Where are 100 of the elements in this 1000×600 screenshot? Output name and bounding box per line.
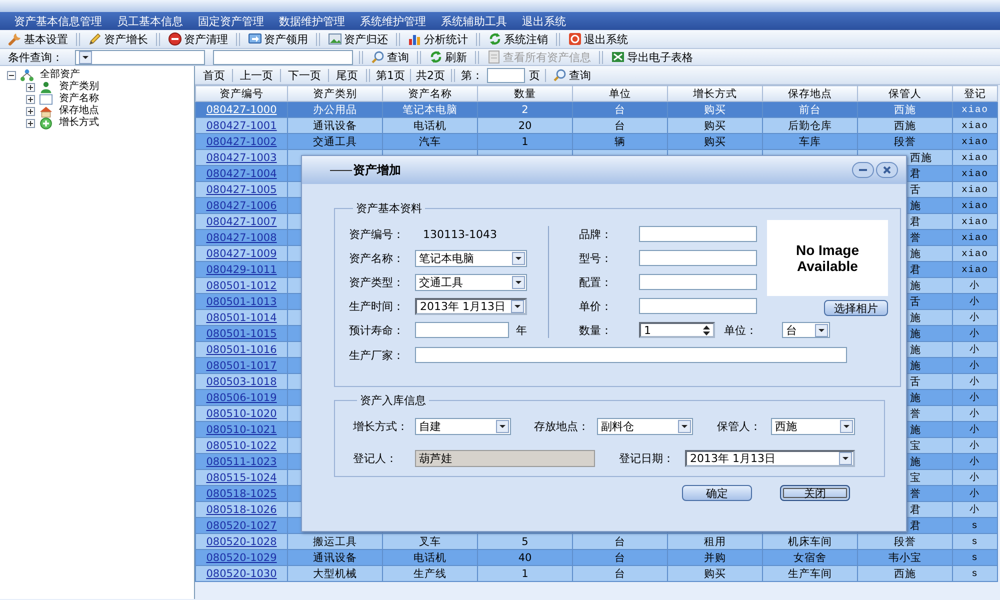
minus-box-icon[interactable] xyxy=(7,70,16,80)
column-header[interactable]: 资产类别 xyxy=(288,86,382,102)
monitor-icon xyxy=(248,32,262,46)
combo-box[interactable]: 副料仓 xyxy=(597,418,693,434)
goto-label: 第： xyxy=(461,68,483,82)
minimize-button[interactable] xyxy=(852,162,874,178)
table-row[interactable]: 080520-1028 搬运工具 叉车 5 台 租用 机床车间 段誉 s xyxy=(196,534,998,550)
toolbar-button[interactable]: 基本设置 xyxy=(6,31,70,47)
field-label: 登记人： xyxy=(353,450,398,466)
table-row[interactable]: 080427-1002 交通工具 汽车 1 辆 购买 车库 段誉 xiao xyxy=(196,134,998,150)
search-field[interactable] xyxy=(213,50,353,64)
window-icon xyxy=(38,92,54,106)
column-header[interactable]: 登记 xyxy=(952,86,998,102)
plus-box-icon[interactable] xyxy=(26,106,35,116)
dialog-button[interactable]: 关闭 xyxy=(780,485,850,501)
menu-item[interactable]: 数据维护管理 xyxy=(279,14,345,28)
pager-button[interactable]: 上一页 xyxy=(238,67,275,83)
tree-item[interactable]: 资产名称 xyxy=(59,93,99,105)
toolbar-button[interactable]: 退出系统 xyxy=(566,31,630,47)
pager-button[interactable]: 首页 xyxy=(201,67,227,83)
no-image-text: No Image Available xyxy=(794,242,860,274)
column-header[interactable]: 增长方式 xyxy=(668,86,762,102)
pager-button[interactable]: 下一页 xyxy=(286,67,323,83)
close-button[interactable] xyxy=(876,162,898,178)
toolbar-button[interactable]: 资产归还 xyxy=(326,31,390,47)
combo-box[interactable]: 台 xyxy=(782,322,830,338)
input-field[interactable] xyxy=(639,274,757,290)
combo-box[interactable]: 自建 xyxy=(415,418,511,434)
page-field[interactable] xyxy=(487,68,525,82)
dialog-button[interactable]: 确定 xyxy=(682,485,752,501)
spin-box[interactable]: 1 xyxy=(639,322,715,338)
menu-item[interactable]: 系统维护管理 xyxy=(360,14,426,28)
field-label: 型号： xyxy=(579,250,613,266)
tree-item[interactable]: 资产类别 xyxy=(59,81,99,93)
toolbar-button[interactable]: 分析统计 xyxy=(406,31,470,47)
spin-arrows-icon xyxy=(701,324,712,336)
column-header[interactable]: 数量 xyxy=(478,86,572,102)
field-label: 登记日期： xyxy=(619,450,675,466)
input-field[interactable] xyxy=(415,347,847,363)
combo-box[interactable]: 西施 xyxy=(771,418,855,434)
caret-icon xyxy=(840,420,853,432)
plus-box-icon[interactable] xyxy=(26,82,35,92)
table-row[interactable]: 080520-1030 大型机械 生产线 1 台 购买 生产车间 西施 s xyxy=(196,566,998,582)
input-field[interactable] xyxy=(639,298,757,314)
field-label: 生产厂家： xyxy=(349,348,405,362)
table-cell: 西施 xyxy=(858,566,952,582)
plus-box-icon[interactable] xyxy=(26,118,35,128)
menu-item[interactable]: 系统辅助工具 xyxy=(441,14,507,28)
menu-item[interactable]: 退出系统 xyxy=(522,14,566,28)
date-picker[interactable]: 2013年 1月13日 xyxy=(415,298,527,314)
pencil-icon xyxy=(88,32,102,46)
column-header[interactable]: 单位 xyxy=(572,86,668,102)
table-cell: 生产车间 xyxy=(762,566,858,582)
table-row[interactable]: 080520-1029 通讯设备 电话机 40 台 并购 女宿舍 韦小宝 s xyxy=(196,550,998,566)
unit-label: 年 xyxy=(516,322,527,338)
combo-box[interactable]: 笔记本电脑 xyxy=(415,250,527,266)
input-field[interactable] xyxy=(639,250,757,266)
query-button[interactable]: 查询 xyxy=(551,67,593,83)
toolbar-button[interactable]: 资产增长 xyxy=(86,31,150,47)
toolbar-button[interactable]: 刷新 xyxy=(427,49,469,65)
column-header[interactable]: 资产编号 xyxy=(196,86,288,102)
column-header[interactable]: 保管人 xyxy=(858,86,952,102)
table-cell: 购买 xyxy=(668,566,762,582)
table-row[interactable]: 080427-1001 通讯设备 电话机 20 台 购买 后勤仓库 西施 xiao xyxy=(196,118,998,134)
column-header[interactable]: 保存地点 xyxy=(762,86,858,102)
toolbar-button[interactable]: 系统注销 xyxy=(486,31,550,47)
table-row[interactable]: 080427-1000 办公用品 笔记本电脑 2 台 购买 前台 西施 xiao xyxy=(196,102,998,118)
menu-item[interactable]: 员工基本信息 xyxy=(117,14,183,28)
tree-item[interactable]: 保存地点 xyxy=(59,105,99,117)
table-cell: 1 xyxy=(478,566,572,582)
toolbar-button[interactable]: 资产领用 xyxy=(246,31,310,47)
table-cell: 台 xyxy=(572,566,668,582)
tree-item[interactable]: 全部资产 xyxy=(40,69,80,81)
field-label: 单价： xyxy=(579,298,613,314)
table-cell: 大型机械 xyxy=(288,566,382,582)
field-label: 保管人： xyxy=(717,418,762,434)
pager-button[interactable]: 尾页 xyxy=(334,67,360,83)
tree-item[interactable]: 增长方式 xyxy=(59,117,99,129)
date-picker[interactable]: 2013年 1月13日 xyxy=(685,450,855,466)
toolbar-button[interactable]: 查询 xyxy=(369,49,411,65)
toolbar-button[interactable]: 导出电子表格 xyxy=(609,49,695,65)
input-field[interactable] xyxy=(415,322,509,338)
refresh-icon xyxy=(429,50,443,64)
plus-box-icon[interactable] xyxy=(26,94,35,104)
menu-item[interactable]: 固定资产管理 xyxy=(198,14,264,28)
input-field[interactable] xyxy=(639,226,757,242)
toolbar-button[interactable]: 资产清理 xyxy=(166,31,230,47)
field-label: 预计寿命： xyxy=(349,322,405,338)
field-label: 增长方式： xyxy=(353,418,409,434)
group-title: 资产入库信息 xyxy=(359,393,427,408)
column-header[interactable]: 资产名称 xyxy=(382,86,478,102)
dialog-title: 资产增加 xyxy=(353,162,401,178)
field-label: 配置： xyxy=(579,274,613,290)
search-label: 条件查询： xyxy=(8,50,63,64)
combo-box[interactable] xyxy=(75,50,205,64)
menu-item[interactable]: 资产基本信息管理 xyxy=(14,14,102,28)
select-photo-button[interactable]: 选择相片 xyxy=(824,300,888,316)
input-field[interactable]: 葫芦娃 xyxy=(415,450,595,466)
combo-box[interactable]: 交通工具 xyxy=(415,274,527,290)
page-indicator: 第1页 xyxy=(376,68,405,82)
